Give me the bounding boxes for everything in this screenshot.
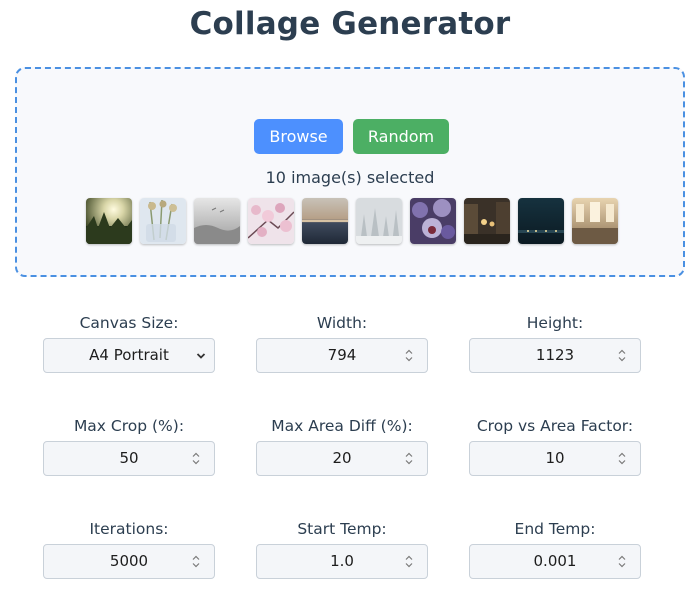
height-value: 1123: [535, 346, 575, 364]
max-crop-label: Max Crop (%):: [73, 417, 185, 435]
thumbnail-city-street-night[interactable]: [464, 198, 510, 244]
end-temp-input[interactable]: 0.001: [469, 544, 641, 579]
thumbnail-snowy-trees[interactable]: [356, 198, 402, 244]
iterations-field: Iterations: 5000: [43, 519, 215, 579]
up-down-spinner-icon[interactable]: [617, 554, 627, 569]
width-label: Width:: [316, 314, 368, 332]
thumbnail-forest-sunlight[interactable]: [86, 198, 132, 244]
canvas-size-field: Canvas Size: A4 Portrait: [43, 313, 215, 373]
thumbnail-foggy-landscape[interactable]: [194, 198, 240, 244]
up-down-spinner-icon[interactable]: [617, 348, 627, 363]
end-temp-field: End Temp: 0.001: [469, 519, 641, 579]
crop-vs-area-label: Crop vs Area Factor:: [476, 417, 634, 435]
width-input[interactable]: 794: [256, 338, 428, 373]
max-crop-field: Max Crop (%): 50: [43, 416, 215, 476]
up-down-spinner-icon[interactable]: [617, 451, 627, 466]
max-area-diff-value: 20: [332, 449, 352, 467]
end-temp-label: End Temp:: [514, 520, 596, 538]
page-title: Collage Generator: [189, 6, 511, 42]
thumbnail-night-skyline[interactable]: [518, 198, 564, 244]
max-crop-value: 50: [119, 449, 139, 467]
height-input[interactable]: 1123: [469, 338, 641, 373]
thumbnail-flowers-in-glass[interactable]: [140, 198, 186, 244]
canvas-size-value: A4 Portrait: [89, 346, 169, 364]
crop-vs-area-field: Crop vs Area Factor: 10: [469, 416, 641, 476]
max-area-diff-label: Max Area Diff (%):: [271, 417, 413, 435]
up-down-spinner-icon[interactable]: [191, 554, 201, 569]
canvas-size-select[interactable]: A4 Portrait: [43, 338, 215, 373]
iterations-value: 5000: [109, 552, 149, 570]
thumbnail-purple-bokeh[interactable]: [410, 198, 456, 244]
crop-vs-area-input[interactable]: 10: [469, 441, 641, 476]
image-drop-zone[interactable]: Browse Random 10 image(s) selected: [15, 67, 685, 277]
height-field: Height: 1123: [469, 313, 641, 373]
iterations-input[interactable]: 5000: [43, 544, 215, 579]
thumbnail-cherry-blossoms[interactable]: [248, 198, 294, 244]
browse-button[interactable]: Browse: [254, 119, 343, 154]
selected-count-text: 10 image(s) selected: [265, 168, 435, 187]
iterations-label: Iterations:: [89, 520, 169, 538]
max-area-diff-input[interactable]: 20: [256, 441, 428, 476]
start-temp-field: Start Temp: 1.0: [256, 519, 428, 579]
width-value: 794: [327, 346, 357, 364]
random-button[interactable]: Random: [353, 119, 449, 154]
up-down-spinner-icon[interactable]: [191, 451, 201, 466]
thumbnail-sea-sunset[interactable]: [302, 198, 348, 244]
up-down-spinner-icon[interactable]: [404, 554, 414, 569]
max-area-diff-field: Max Area Diff (%): 20: [256, 416, 428, 476]
height-label: Height:: [526, 314, 584, 332]
end-temp-value: 0.001: [533, 552, 577, 570]
thumbnail-grand-central-hall[interactable]: [572, 198, 618, 244]
up-down-spinner-icon[interactable]: [404, 348, 414, 363]
crop-vs-area-value: 10: [545, 449, 565, 467]
start-temp-value: 1.0: [330, 552, 354, 570]
start-temp-input[interactable]: 1.0: [256, 544, 428, 579]
chevron-down-icon: [196, 353, 206, 359]
max-crop-input[interactable]: 50: [43, 441, 215, 476]
width-field: Width: 794: [256, 313, 428, 373]
canvas-size-label: Canvas Size:: [79, 314, 179, 332]
up-down-spinner-icon[interactable]: [404, 451, 414, 466]
start-temp-label: Start Temp:: [297, 520, 387, 538]
